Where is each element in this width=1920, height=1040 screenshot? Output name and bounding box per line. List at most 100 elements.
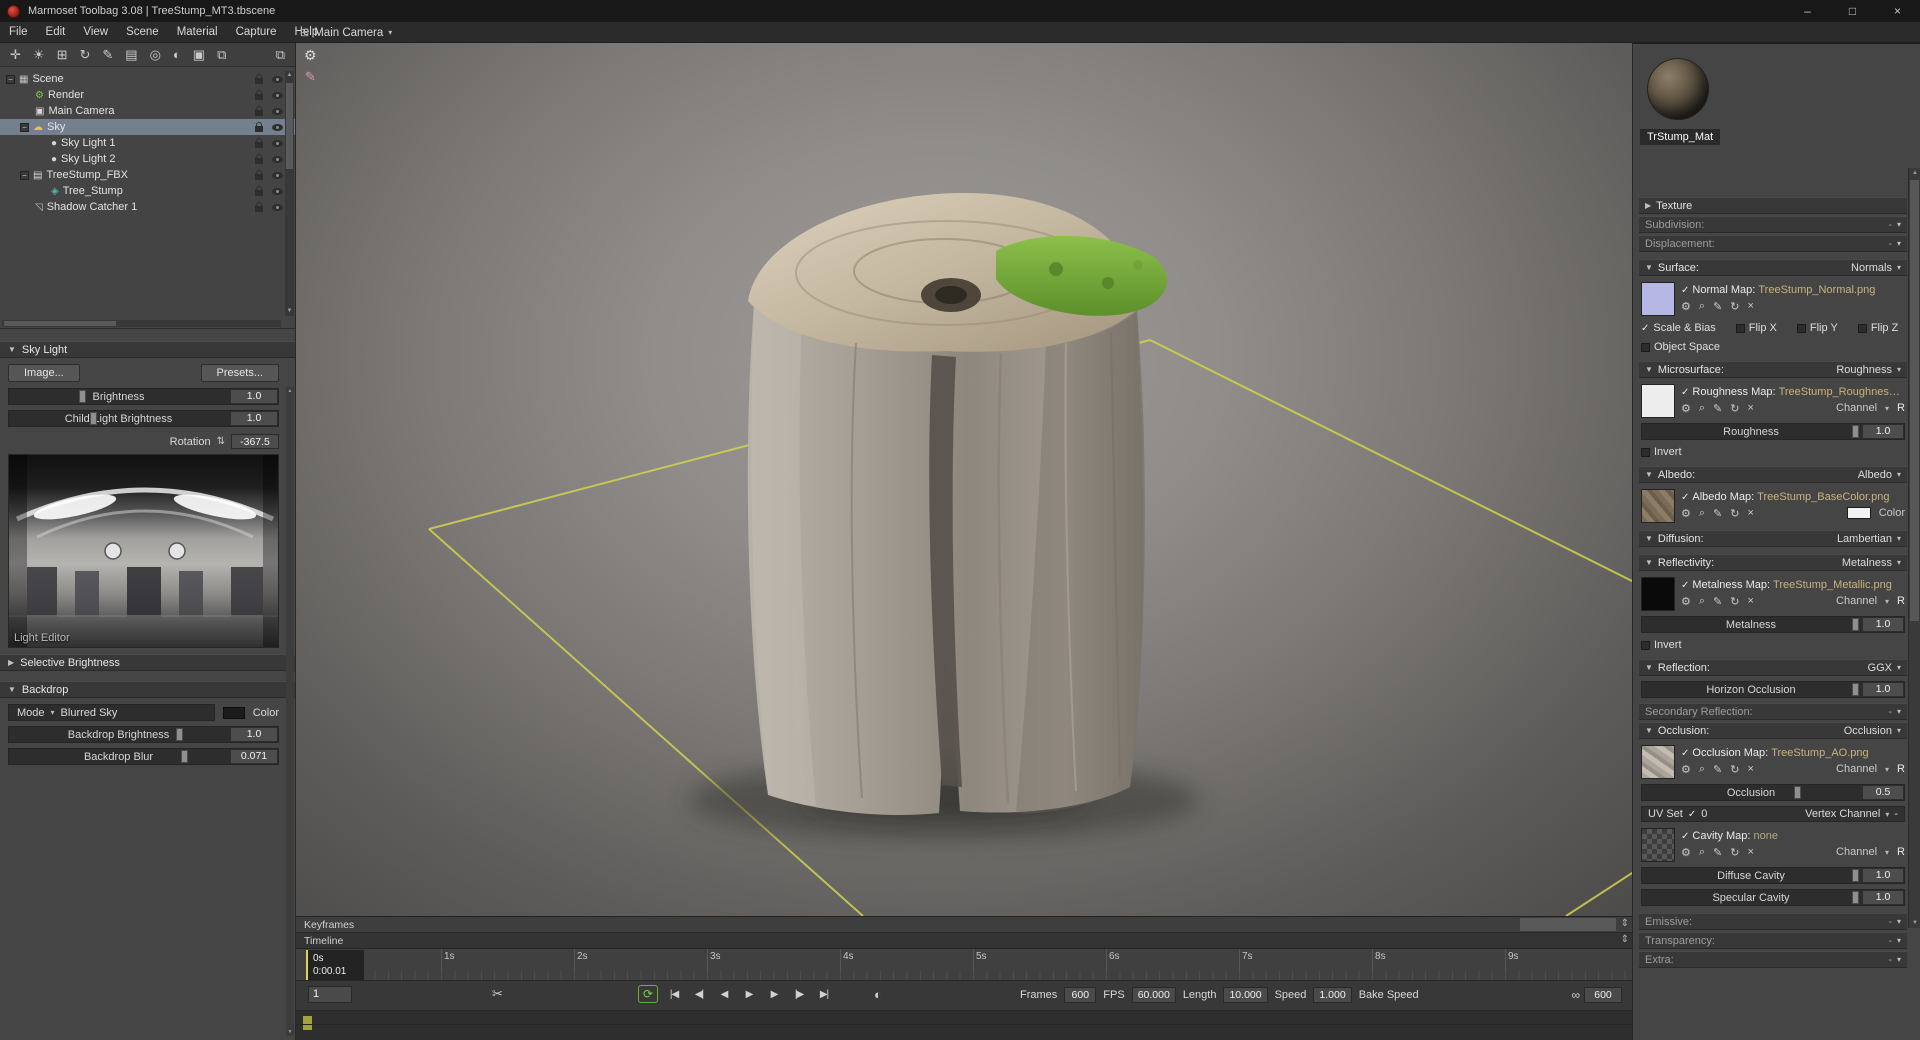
- lock-icon[interactable]: [255, 106, 263, 116]
- chevron-down-icon[interactable]: ▾: [1897, 936, 1901, 945]
- material-preview-sphere[interactable]: [1647, 58, 1709, 120]
- channel-value[interactable]: R: [1897, 846, 1905, 858]
- vertex-channel-label[interactable]: Vertex Channel: [1805, 808, 1880, 820]
- clipboard-icon[interactable]: ⧉: [276, 47, 285, 63]
- timeline-bar[interactable]: Timeline ⇕: [296, 933, 1632, 949]
- slider-handle[interactable]: [1793, 786, 1801, 799]
- remove-icon[interactable]: ×: [1747, 300, 1753, 312]
- flip-z-checkbox[interactable]: [1857, 323, 1867, 333]
- check-icon[interactable]: ✓: [1681, 831, 1689, 842]
- minimize-button[interactable]: –: [1785, 0, 1830, 22]
- roughness-slider[interactable]: Roughness 1.0: [1641, 423, 1905, 440]
- occlusion-slider[interactable]: Occlusion 0.5: [1641, 784, 1905, 801]
- gear-icon[interactable]: ⚙: [1681, 507, 1691, 520]
- check-icon[interactable]: ✓: [1688, 809, 1696, 820]
- section-occlusion-header[interactable]: ▼ Occlusion: Occlusion ▾: [1639, 722, 1907, 739]
- metalness-slider[interactable]: Metalness 1.0: [1641, 616, 1905, 633]
- eye-icon[interactable]: [272, 108, 283, 115]
- selective-brightness-header[interactable]: ▶ Selective Brightness: [0, 654, 295, 671]
- reload-icon[interactable]: ↻: [1730, 507, 1739, 520]
- next-keyframe-button[interactable]: |▶: [790, 985, 808, 1003]
- chevron-down-icon[interactable]: ▾: [1897, 955, 1901, 964]
- horizon-occlusion-slider[interactable]: Horizon Occlusion 1.0: [1641, 681, 1905, 698]
- remove-icon[interactable]: ×: [1747, 402, 1753, 414]
- section-surface-header[interactable]: ▼ Surface: Normals ▾: [1639, 259, 1907, 276]
- chevron-down-icon[interactable]: ▾: [1897, 365, 1901, 374]
- scroll-up-icon[interactable]: ▲: [286, 387, 294, 395]
- turntable-icon[interactable]: ◐: [173, 47, 181, 62]
- expand-collapse-icon[interactable]: ⇕: [1621, 934, 1629, 945]
- roughness-map-thumbnail[interactable]: [1641, 384, 1675, 418]
- flip-y-label[interactable]: Flip Y: [1810, 322, 1838, 334]
- tree-item-sky-light-1[interactable]: ● Sky Light 1: [0, 135, 295, 151]
- length-input[interactable]: 10.000: [1223, 987, 1268, 1003]
- flip-x-checkbox[interactable]: [1735, 323, 1745, 333]
- section-emissive-header[interactable]: Emissive: - ▾: [1639, 913, 1907, 930]
- lock-icon[interactable]: [255, 202, 263, 212]
- scroll-down-icon[interactable]: ▼: [285, 307, 294, 316]
- section-reflectivity-header[interactable]: ▼ Reflectivity: Metalness ▾: [1639, 554, 1907, 571]
- scrollbar-handle[interactable]: [4, 321, 116, 326]
- section-value[interactable]: Albedo: [1858, 469, 1892, 481]
- specular-cavity-slider[interactable]: Specular Cavity 1.0: [1641, 889, 1905, 906]
- previous-keyframe-button[interactable]: ◀|: [690, 985, 708, 1003]
- gear-icon[interactable]: ⚙: [1681, 402, 1691, 415]
- slider-handle[interactable]: [181, 750, 189, 763]
- slider-handle[interactable]: [1851, 869, 1859, 882]
- gear-icon[interactable]: ⚙: [1681, 595, 1691, 608]
- slider-value[interactable]: 1.0: [1863, 891, 1903, 904]
- speed-input[interactable]: 1.000: [1313, 987, 1352, 1003]
- eye-icon[interactable]: [272, 124, 283, 131]
- check-icon[interactable]: ✓: [1681, 492, 1689, 503]
- material-panel-scrollbar[interactable]: ▲ ▼: [1908, 168, 1920, 928]
- menu-edit[interactable]: Edit: [37, 26, 75, 38]
- section-extra-header[interactable]: Extra: - ▾: [1639, 951, 1907, 968]
- select-tool-icon[interactable]: ✛: [10, 47, 21, 63]
- eye-icon[interactable]: [272, 188, 283, 195]
- remove-icon[interactable]: ×: [1747, 846, 1753, 858]
- section-value[interactable]: Metalness: [1842, 557, 1892, 569]
- hierarchy-icon[interactable]: ⊞: [57, 47, 68, 63]
- reload-icon[interactable]: ↻: [1730, 300, 1739, 313]
- map-filename[interactable]: TreeStump_Normal.png: [1758, 284, 1875, 296]
- backdrop-mode-dropdown[interactable]: Mode ▾ Blurred Sky: [8, 704, 215, 721]
- magnifier-icon[interactable]: ⌕: [1699, 846, 1705, 859]
- slider-value[interactable]: 1.0: [1863, 869, 1903, 882]
- section-value[interactable]: Roughness: [1836, 364, 1892, 376]
- viewport-paint-icon[interactable]: ✎: [305, 69, 316, 85]
- lock-icon[interactable]: [255, 74, 263, 84]
- backdrop-color-swatch[interactable]: [222, 706, 245, 719]
- cavity-map-thumbnail[interactable]: [1641, 828, 1675, 862]
- keyframes-bar[interactable]: Keyframes ⇕: [296, 917, 1632, 933]
- chevron-down-icon[interactable]: ▾: [1897, 534, 1901, 543]
- magnifier-icon[interactable]: ⌕: [1699, 763, 1705, 776]
- reload-icon[interactable]: ↻: [1730, 846, 1739, 859]
- slider-value[interactable]: 0.071: [231, 750, 277, 763]
- lock-icon[interactable]: [255, 154, 263, 164]
- slider-handle[interactable]: [89, 412, 97, 425]
- magnifier-icon[interactable]: ⌕: [1699, 507, 1705, 520]
- pencil-icon[interactable]: ✎: [1713, 507, 1722, 520]
- lock-icon[interactable]: [255, 170, 263, 180]
- tree-item-sky-light-2[interactable]: ● Sky Light 2: [0, 151, 295, 167]
- chevron-down-icon[interactable]: ▾: [1897, 707, 1901, 716]
- chevron-down-icon[interactable]: ▾: [1897, 917, 1901, 926]
- reload-icon[interactable]: ↻: [1730, 763, 1739, 776]
- lock-icon[interactable]: [255, 138, 263, 148]
- eye-icon[interactable]: [272, 204, 283, 211]
- scene-tree-hscrollbar[interactable]: [2, 320, 281, 327]
- scrollbar-handle[interactable]: [286, 83, 293, 169]
- section-value[interactable]: Lambertian: [1837, 533, 1892, 545]
- slider-handle[interactable]: [1851, 683, 1859, 696]
- material-name[interactable]: TrStump_Mat: [1640, 129, 1721, 145]
- section-texture-header[interactable]: ▶ Texture: [1639, 197, 1907, 214]
- timeline-ruler[interactable]: 1s 2s 3s 4s 5s 6s 7s 8s 9s 0s 0:00.01: [296, 949, 1632, 981]
- channel-value[interactable]: R: [1897, 763, 1905, 775]
- pencil-icon[interactable]: ✎: [1713, 763, 1722, 776]
- chevron-down-icon[interactable]: ▾: [1897, 663, 1901, 672]
- pencil-icon[interactable]: ✎: [1713, 300, 1722, 313]
- child-light-brightness-slider[interactable]: Child-Light Brightness 1.0: [8, 410, 279, 427]
- maximize-button[interactable]: □: [1830, 0, 1875, 22]
- menu-scene[interactable]: Scene: [117, 26, 168, 38]
- slider-handle[interactable]: [78, 390, 86, 403]
